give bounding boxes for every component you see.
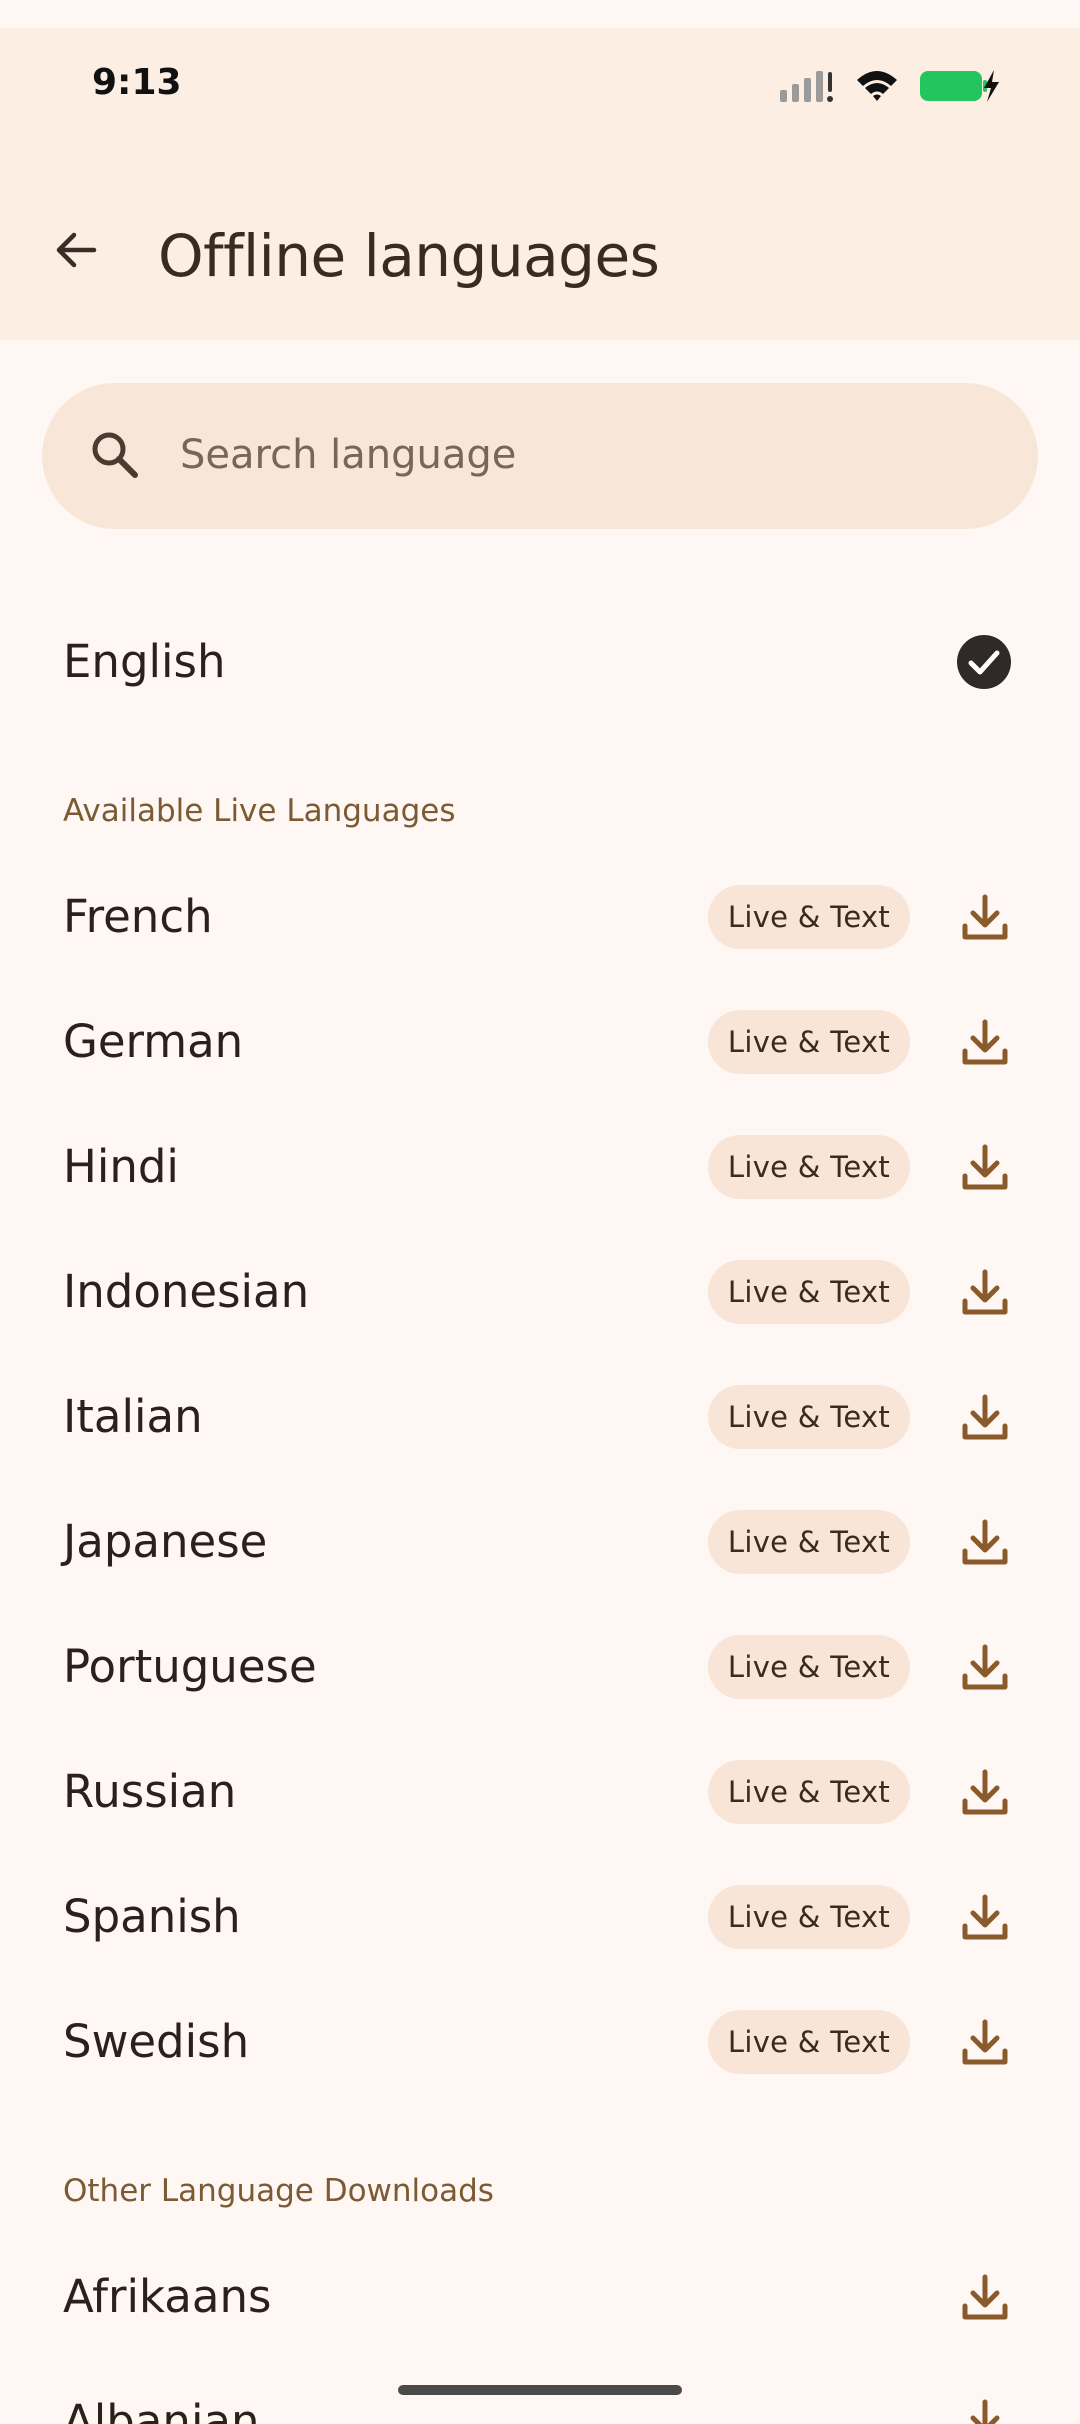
live-text-badge: Live & Text: [708, 1385, 910, 1449]
list-item[interactable]: Italian Live & Text: [0, 1363, 1080, 1473]
live-text-badge: Live & Text: [708, 1135, 910, 1199]
live-text-badge: Live & Text: [708, 1260, 910, 1324]
cellular-signal-icon: [780, 71, 833, 102]
language-name: Indonesian: [63, 1265, 310, 1318]
section-title-other: Other Language Downloads: [63, 2173, 494, 2209]
list-item[interactable]: French Live & Text: [0, 863, 1080, 973]
list-item[interactable]: Swedish Live & Text: [0, 1988, 1080, 2098]
list-item[interactable]: Hindi Live & Text: [0, 1113, 1080, 1223]
download-icon[interactable]: [960, 2018, 1010, 2068]
download-icon[interactable]: [960, 1893, 1010, 1943]
installed-language-row[interactable]: English: [0, 608, 1080, 718]
status-icons: [778, 66, 1000, 106]
language-name: French: [63, 890, 213, 943]
live-text-badge: Live & Text: [708, 1635, 910, 1699]
language-name: Portuguese: [63, 1640, 317, 1693]
download-icon[interactable]: [960, 1268, 1010, 1318]
language-name: Japanese: [63, 1515, 268, 1568]
language-name: Hindi: [63, 1140, 179, 1193]
language-name: Afrikaans: [63, 2270, 272, 2323]
page-title: Offline languages: [158, 222, 660, 290]
home-indicator[interactable]: [398, 2385, 682, 2395]
download-icon[interactable]: [960, 1518, 1010, 1568]
battery-charging-icon: [920, 70, 999, 102]
list-item[interactable]: Albanian: [0, 2368, 1080, 2424]
language-name: English: [63, 635, 226, 688]
top-strip: [0, 0, 1080, 28]
search-input[interactable]: [178, 424, 962, 486]
language-name: Albanian: [63, 2395, 260, 2424]
list-item[interactable]: Portuguese Live & Text: [0, 1613, 1080, 1723]
download-icon[interactable]: [960, 2398, 1010, 2424]
language-name: Spanish: [63, 1890, 241, 1943]
live-text-badge: Live & Text: [708, 1510, 910, 1574]
list-item[interactable]: Spanish Live & Text: [0, 1863, 1080, 1973]
live-text-badge: Live & Text: [708, 1010, 910, 1074]
download-icon[interactable]: [960, 893, 1010, 943]
language-name: Russian: [63, 1765, 237, 1818]
list-item[interactable]: Russian Live & Text: [0, 1738, 1080, 1848]
language-name: Italian: [63, 1390, 203, 1443]
search-icon: [92, 432, 138, 478]
list-item[interactable]: Afrikaans: [0, 2243, 1080, 2353]
live-text-badge: Live & Text: [708, 2010, 910, 2074]
list-item[interactable]: Indonesian Live & Text: [0, 1238, 1080, 1348]
language-name: Swedish: [63, 2015, 250, 2068]
section-title-live: Available Live Languages: [63, 793, 456, 829]
download-icon[interactable]: [960, 1143, 1010, 1193]
live-text-badge: Live & Text: [708, 1760, 910, 1824]
back-button[interactable]: [40, 214, 112, 286]
wifi-icon: [857, 71, 897, 101]
download-icon[interactable]: [960, 1643, 1010, 1693]
download-icon[interactable]: [960, 1018, 1010, 1068]
list-item[interactable]: Japanese Live & Text: [0, 1488, 1080, 1598]
screen: 9:13 Offline languages Search language E…: [0, 0, 1080, 2424]
live-text-badge: Live & Text: [708, 1885, 910, 1949]
language-name: German: [63, 1015, 244, 1068]
check-circle-icon: [957, 635, 1011, 689]
status-time: 9:13: [92, 62, 182, 103]
download-icon[interactable]: [960, 1768, 1010, 1818]
download-icon[interactable]: [960, 2273, 1010, 2323]
download-icon[interactable]: [960, 1393, 1010, 1443]
list-item[interactable]: German Live & Text: [0, 988, 1080, 1098]
live-text-badge: Live & Text: [708, 885, 910, 949]
arrow-back-icon: [56, 232, 97, 268]
